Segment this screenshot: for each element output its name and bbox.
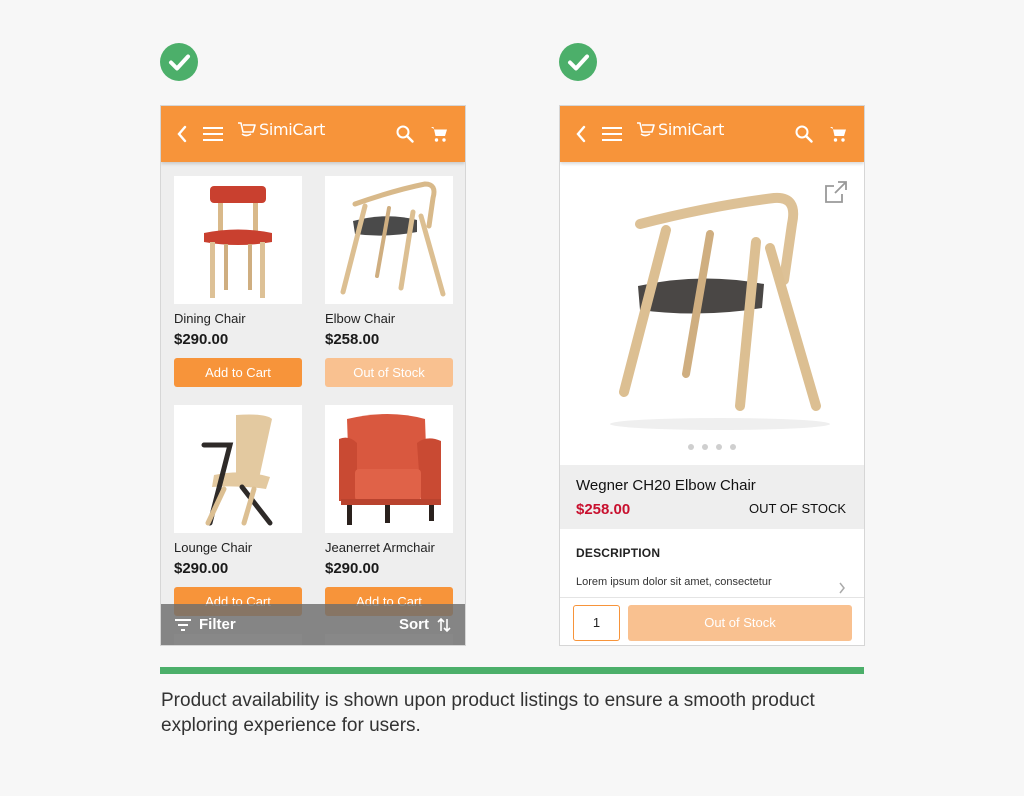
filter-icon	[175, 618, 191, 631]
out-of-stock-button: Out of Stock	[628, 605, 852, 641]
product-card[interactable]: Lounge Chair $290.00 Add to Cart	[174, 405, 305, 616]
search-icon[interactable]	[395, 106, 415, 162]
filter-label: Filter	[199, 616, 236, 633]
search-icon[interactable]	[794, 106, 814, 162]
filter-sort-bar: Filter Sort	[161, 604, 465, 645]
purchase-bar: 1 Out of Stock	[560, 597, 864, 645]
product-image[interactable]	[174, 405, 302, 533]
product-price: $258.00	[576, 501, 631, 518]
product-price: $290.00	[325, 560, 380, 577]
product-list-screen: SimiCart Dining Chair $290.00 Add to Car…	[160, 105, 466, 646]
carousel-dots[interactable]	[560, 444, 864, 450]
cart-logo-icon	[238, 121, 256, 136]
app-logo[interactable]: SimiCart	[237, 120, 325, 139]
back-icon[interactable]	[572, 106, 590, 162]
carousel-dot[interactable]	[716, 444, 722, 450]
description-title: DESCRIPTION	[576, 546, 661, 560]
app-bar: SimiCart	[161, 106, 465, 162]
carousel-dot[interactable]	[730, 444, 736, 450]
logo-text: SimiCart	[259, 120, 326, 139]
product-image[interactable]	[325, 176, 453, 304]
carousel-dot[interactable]	[688, 444, 694, 450]
product-image[interactable]	[325, 405, 453, 533]
menu-icon[interactable]	[202, 106, 224, 162]
product-info: Wegner CH20 Elbow Chair $258.00 OUT OF S…	[560, 465, 864, 529]
checkmark-icon	[160, 43, 198, 81]
add-to-cart-button[interactable]: Add to Cart	[174, 358, 302, 387]
sort-icon	[437, 617, 451, 632]
product-name[interactable]: Lounge Chair	[174, 540, 305, 556]
divider	[160, 667, 864, 674]
cart-logo-icon	[637, 121, 655, 136]
product-grid: Dining Chair $290.00 Add to Cart Elbow C…	[161, 162, 465, 645]
product-detail-screen: SimiCart Wegner CH20 Elbow Chair $258.00…	[559, 105, 865, 646]
checkmark-icon	[559, 43, 597, 81]
product-image	[610, 192, 830, 430]
menu-icon[interactable]	[601, 106, 623, 162]
cart-icon[interactable]	[828, 106, 848, 162]
app-bar: SimiCart	[560, 106, 864, 162]
stock-status: OUT OF STOCK	[748, 501, 846, 516]
product-card[interactable]: Dining Chair $290.00 Add to Cart	[174, 176, 305, 387]
product-image-carousel[interactable]	[560, 162, 864, 465]
product-name[interactable]: Jeanerret Armchair	[325, 540, 456, 556]
product-card[interactable]: Jeanerret Armchair $290.00 Add to Cart	[325, 405, 456, 616]
product-card[interactable]: Elbow Chair $258.00 Out of Stock	[325, 176, 456, 387]
cart-icon[interactable]	[429, 106, 449, 162]
product-name: Wegner CH20 Elbow Chair	[576, 477, 756, 494]
product-price: $290.00	[174, 560, 229, 577]
product-price: $290.00	[174, 331, 229, 348]
chevron-right-icon[interactable]	[838, 582, 846, 594]
back-icon[interactable]	[173, 106, 191, 162]
filter-button[interactable]: Filter	[175, 604, 236, 645]
quantity-input[interactable]: 1	[573, 605, 620, 641]
carousel-dot[interactable]	[702, 444, 708, 450]
description-text[interactable]: Lorem ipsum dolor sit amet, consectetur	[576, 576, 826, 588]
product-price: $258.00	[325, 331, 380, 348]
app-logo[interactable]: SimiCart	[636, 120, 724, 139]
caption-text: Product availability is shown upon produ…	[161, 690, 815, 736]
product-image[interactable]	[174, 176, 302, 304]
product-name[interactable]: Elbow Chair	[325, 311, 456, 327]
sort-label: Sort	[399, 616, 429, 633]
out-of-stock-button: Out of Stock	[325, 358, 453, 387]
logo-text: SimiCart	[658, 120, 725, 139]
product-name[interactable]: Dining Chair	[174, 311, 305, 327]
share-icon[interactable]	[824, 180, 848, 204]
sort-button[interactable]: Sort	[399, 604, 451, 645]
